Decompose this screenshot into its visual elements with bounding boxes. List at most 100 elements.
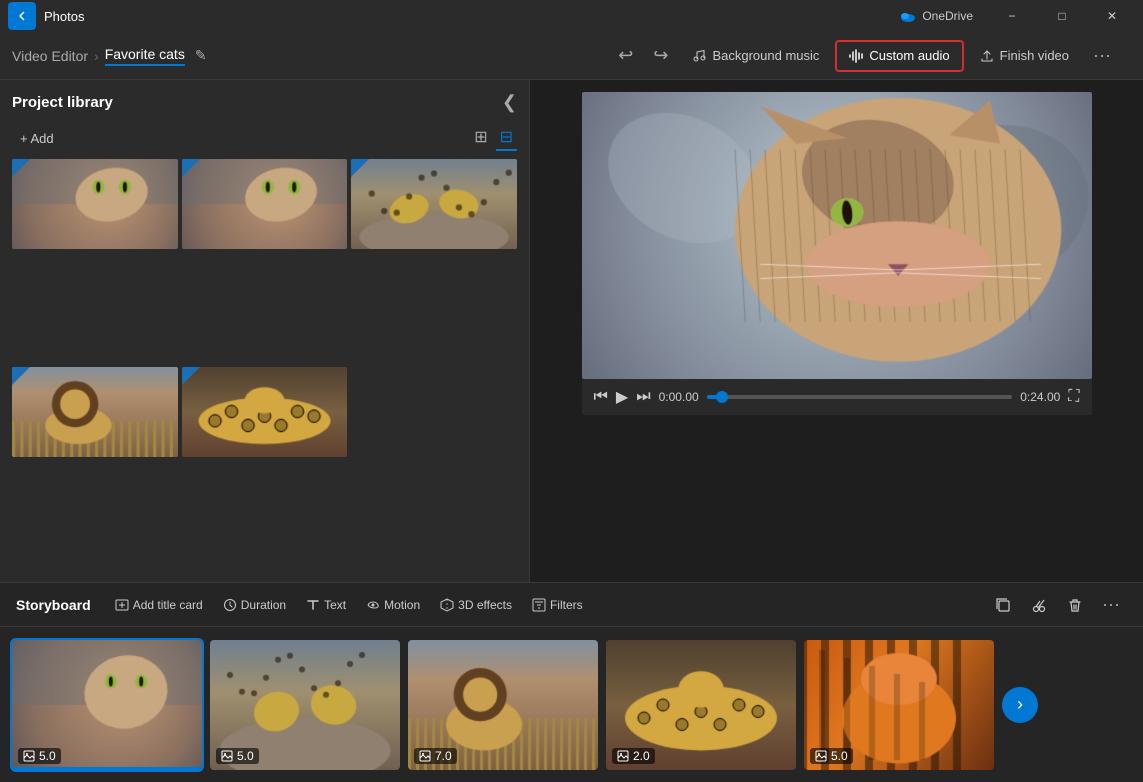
breadcrumb: Video Editor › Favorite cats ✎ bbox=[12, 46, 598, 66]
library-title: Project library bbox=[12, 94, 113, 111]
maximize-button[interactable]: □ bbox=[1039, 0, 1085, 32]
filters-icon bbox=[532, 598, 546, 612]
next-clip-button[interactable]: › bbox=[1002, 687, 1038, 723]
current-time-display: 0:00.00 bbox=[659, 390, 699, 404]
add-title-card-icon bbox=[115, 598, 129, 612]
library-item[interactable] bbox=[182, 367, 348, 457]
undo-button[interactable]: ↩ bbox=[610, 41, 641, 70]
main-content: Project library ❮ + Add ⊞ ⊟ bbox=[0, 80, 1143, 582]
minimize-button[interactable]: − bbox=[989, 0, 1035, 32]
more-options-storyboard-button[interactable]: ··· bbox=[1095, 589, 1127, 621]
custom-audio-button[interactable]: Custom audio bbox=[835, 40, 963, 72]
more-options-button[interactable]: ··· bbox=[1085, 41, 1119, 70]
library-item[interactable] bbox=[12, 367, 178, 457]
collapse-panel-button[interactable]: ❮ bbox=[502, 92, 517, 113]
play-pause-button[interactable]: ▶ bbox=[616, 387, 628, 407]
clip-duration-label: 5.0 bbox=[810, 748, 853, 764]
title-bar-left: Photos bbox=[8, 2, 84, 30]
library-controls-row: + Add ⊞ ⊟ bbox=[12, 125, 517, 151]
thumbnail-canvas bbox=[351, 159, 517, 249]
library-item[interactable] bbox=[12, 159, 178, 249]
breadcrumb-project-name[interactable]: Favorite cats bbox=[105, 46, 185, 66]
back-button[interactable] bbox=[8, 2, 36, 30]
onedrive-icon bbox=[900, 8, 916, 24]
storyboard: Storyboard Add title card Duration Text … bbox=[0, 582, 1143, 782]
title-bar: Photos OneDrive − □ ✕ bbox=[0, 0, 1143, 32]
clip-duration-label: 5.0 bbox=[216, 748, 259, 764]
add-media-button[interactable]: + Add bbox=[12, 127, 62, 150]
trim-button[interactable] bbox=[1023, 589, 1055, 621]
breadcrumb-separator: › bbox=[94, 48, 99, 64]
progress-handle[interactable] bbox=[716, 391, 728, 403]
thumbnail-corner-mark bbox=[12, 367, 30, 385]
breadcrumb-video-editor[interactable]: Video Editor bbox=[12, 48, 88, 64]
video-controls-bar: ⏮ ▶ ⏭ 0:00.00 0:24.00 ⛶ bbox=[582, 379, 1092, 415]
clip-duration-label: 7.0 bbox=[414, 748, 457, 764]
finish-video-button[interactable]: Finish video bbox=[968, 40, 1081, 72]
video-preview-canvas bbox=[582, 92, 1092, 379]
image-icon bbox=[815, 750, 827, 762]
storyboard-header: Storyboard Add title card Duration Text … bbox=[0, 583, 1143, 627]
storyboard-clip[interactable]: 5.0 bbox=[12, 640, 202, 770]
toolbar: Video Editor › Favorite cats ✎ ↩ ↪ Backg… bbox=[0, 32, 1143, 80]
copy-clip-button[interactable] bbox=[987, 589, 1019, 621]
previous-frame-button[interactable]: ⏮ bbox=[594, 388, 608, 406]
library-thumbnails bbox=[12, 159, 517, 570]
clip-selected-indicator bbox=[12, 767, 202, 770]
background-music-button[interactable]: Background music bbox=[680, 40, 831, 72]
library-header: Project library ❮ bbox=[12, 92, 517, 113]
storyboard-clip[interactable]: 2.0 bbox=[606, 640, 796, 770]
grid-large-view-button[interactable]: ⊞ bbox=[470, 125, 491, 151]
video-preview-area bbox=[582, 92, 1092, 379]
storyboard-clip[interactable]: 5.0 bbox=[804, 640, 994, 770]
thumbnail-canvas bbox=[12, 159, 178, 249]
app-title: Photos bbox=[44, 9, 84, 24]
close-button[interactable]: ✕ bbox=[1089, 0, 1135, 32]
storyboard-title: Storyboard bbox=[16, 597, 91, 613]
image-icon bbox=[221, 750, 233, 762]
motion-button[interactable]: Motion bbox=[358, 594, 428, 616]
fullscreen-button[interactable]: ⛶ bbox=[1068, 388, 1079, 406]
thumbnail-canvas bbox=[182, 159, 348, 249]
add-title-card-button[interactable]: Add title card bbox=[107, 594, 211, 616]
progress-bar[interactable] bbox=[707, 395, 1013, 399]
image-icon bbox=[419, 750, 431, 762]
library-item[interactable] bbox=[351, 159, 517, 249]
image-icon bbox=[23, 750, 35, 762]
music-note-icon bbox=[692, 49, 706, 63]
thumbnail-corner-mark bbox=[351, 159, 369, 177]
3d-effects-button[interactable]: 3D effects bbox=[432, 594, 520, 616]
share-icon bbox=[980, 49, 994, 63]
view-toggle: ⊞ ⊟ bbox=[470, 125, 517, 151]
onedrive-badge: OneDrive bbox=[900, 8, 973, 24]
motion-icon bbox=[366, 598, 380, 612]
text-icon bbox=[306, 598, 320, 612]
title-bar-right: OneDrive − □ ✕ bbox=[900, 0, 1135, 32]
clip-duration-label: 5.0 bbox=[18, 748, 61, 764]
project-library-panel: Project library ❮ + Add ⊞ ⊟ bbox=[0, 80, 530, 582]
total-time-display: 0:24.00 bbox=[1020, 390, 1060, 404]
thumbnail-canvas bbox=[12, 367, 178, 457]
thumbnail-corner-mark bbox=[182, 159, 200, 177]
thumbnail-corner-mark bbox=[182, 367, 200, 385]
duration-icon bbox=[223, 598, 237, 612]
custom-audio-icon bbox=[849, 49, 863, 63]
next-frame-button[interactable]: ⏭ bbox=[636, 388, 650, 406]
toolbar-actions: ↩ ↪ Background music Custom audio Finish… bbox=[610, 40, 1119, 72]
redo-button[interactable]: ↪ bbox=[645, 41, 676, 70]
text-button[interactable]: Text bbox=[298, 594, 354, 616]
duration-button[interactable]: Duration bbox=[215, 594, 294, 616]
clip-duration-label: 2.0 bbox=[612, 748, 655, 764]
library-item[interactable] bbox=[182, 159, 348, 249]
video-preview-panel: ⏮ ▶ ⏭ 0:00.00 0:24.00 ⛶ bbox=[530, 80, 1143, 582]
storyboard-clip[interactable]: 5.0 bbox=[210, 640, 400, 770]
edit-title-icon[interactable]: ✎ bbox=[195, 47, 207, 64]
filters-button[interactable]: Filters bbox=[524, 594, 591, 616]
3d-effects-icon bbox=[440, 598, 454, 612]
storyboard-clip[interactable]: 7.0 bbox=[408, 640, 598, 770]
grid-small-view-button[interactable]: ⊟ bbox=[496, 125, 517, 151]
image-icon bbox=[617, 750, 629, 762]
delete-clip-button[interactable] bbox=[1059, 589, 1091, 621]
thumbnail-canvas bbox=[182, 367, 348, 457]
thumbnail-corner-mark bbox=[12, 159, 30, 177]
